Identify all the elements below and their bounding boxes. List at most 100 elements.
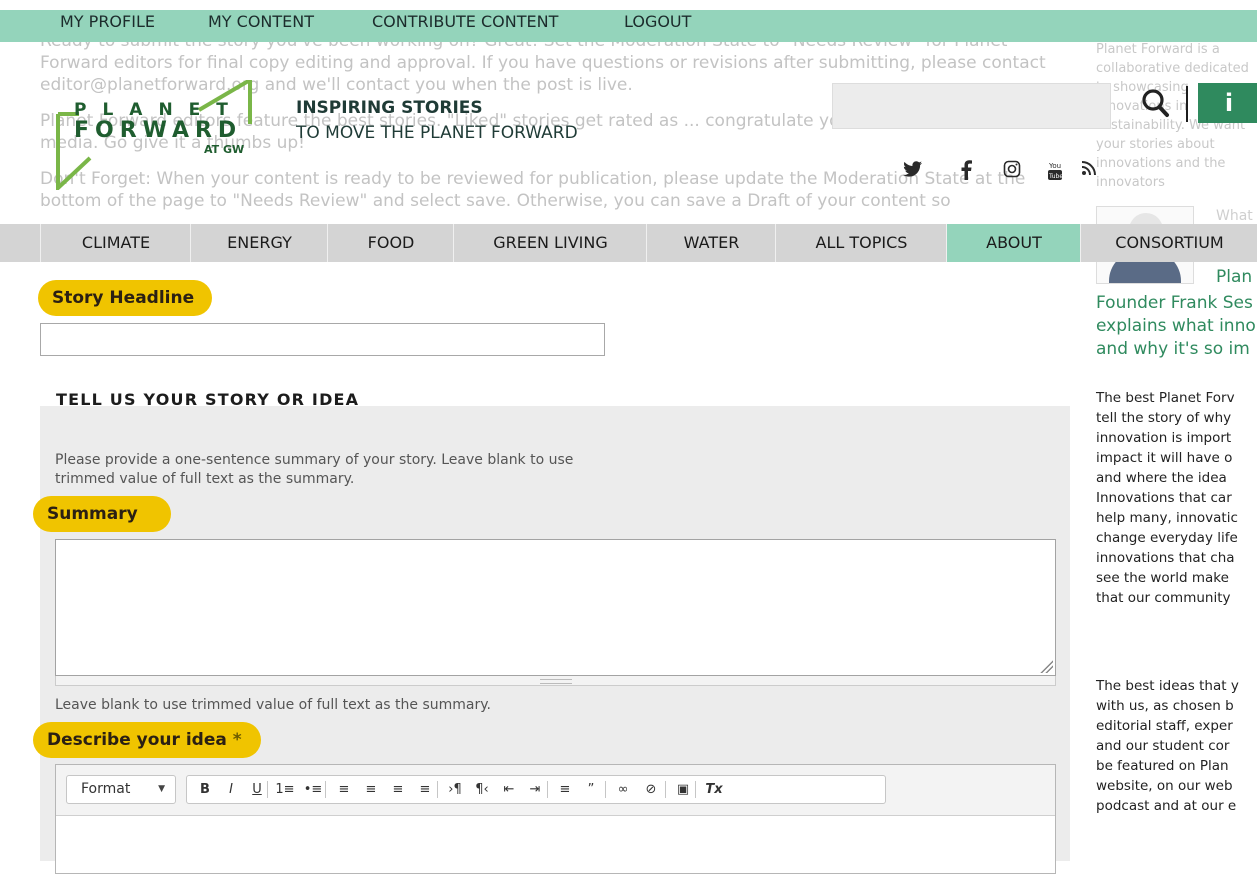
logo-forward-text: FORWARD: [74, 118, 243, 143]
rss-icon[interactable]: [1078, 160, 1100, 182]
sidebar-paragraph: The best ideas that y with us, as chosen…: [1096, 676, 1239, 816]
summary-help-text: Please provide a one-sentence summary of…: [55, 452, 574, 487]
toolbar-separator: [547, 781, 548, 798]
sidebar-line: tell the story of why: [1096, 410, 1232, 426]
nav-water[interactable]: WATER: [646, 224, 776, 262]
search-icon[interactable]: [1140, 88, 1174, 118]
textarea-resize-handle[interactable]: [55, 676, 1056, 686]
describe-idea-label: Describe your idea *: [33, 722, 261, 758]
toolbar-button-group: B I U 1≡ •≡ ≡ ≡ ≡ ≡ ›¶ ¶‹ ⇤ ⇥ ≡” ∞ ⊘ ▣ Tx: [186, 775, 886, 804]
numbered-list-button[interactable]: 1≡: [273, 776, 297, 803]
instagram-icon[interactable]: [1001, 160, 1023, 182]
italic-button[interactable]: I: [219, 776, 243, 803]
chevron-down-icon: ▼: [158, 784, 165, 794]
tagline-line-2: TO MOVE THE PLANET FORWARD: [296, 123, 578, 143]
format-dropdown[interactable]: Format ▼: [66, 775, 176, 804]
video-link-line: explains what inno: [1096, 316, 1256, 336]
video-link-title[interactable]: Plan: [1216, 267, 1252, 287]
sidebar-paragraph: The best Planet Forv tell the story of w…: [1096, 388, 1238, 608]
sidebar-line: with us, as chosen b: [1096, 698, 1234, 714]
summary-textarea[interactable]: [55, 539, 1056, 676]
toolbar-separator: [267, 781, 268, 798]
sidebar-line: The best Planet Forv: [1096, 390, 1235, 406]
sidebar-line: innovations that cha: [1096, 550, 1235, 566]
twitter-icon[interactable]: [902, 160, 924, 182]
user-bar: MY PROFILE MY CONTENT CONTRIBUTE CONTENT…: [0, 10, 1257, 42]
resize-grip[interactable]: [1039, 659, 1053, 673]
link-button[interactable]: ∞: [611, 776, 635, 803]
sidebar-line: innovation is import: [1096, 430, 1232, 446]
sidebar-line: change everyday life: [1096, 530, 1238, 546]
sidebar-line: The best ideas that y: [1096, 678, 1239, 694]
bold-button[interactable]: B: [193, 776, 217, 803]
logout-link[interactable]: LOGOUT: [624, 10, 691, 34]
sidebar-line: Innovations that car: [1096, 490, 1232, 506]
toolbar-separator: [695, 781, 696, 798]
sidebar-line: and where the idea: [1096, 470, 1227, 486]
contribute-content-link[interactable]: CONTRIBUTE CONTENT: [372, 10, 558, 34]
story-headline-input[interactable]: [40, 323, 605, 356]
toolbar-separator: [665, 781, 666, 798]
my-profile-link[interactable]: MY PROFILE: [60, 10, 155, 34]
underline-button[interactable]: U: [245, 776, 269, 803]
sidebar-line: that our community: [1096, 590, 1231, 606]
video-link-description[interactable]: Founder Frank Ses explains what inno and…: [1096, 292, 1256, 361]
remove-format-button[interactable]: Tx: [702, 776, 726, 803]
nav-energy[interactable]: ENERGY: [190, 224, 328, 262]
video-link-line: and why it's so im: [1096, 339, 1250, 359]
align-left-button[interactable]: ≡: [332, 776, 356, 803]
summary-note: Leave blank to use trimmed value of full…: [55, 697, 491, 713]
sidebar-line: be featured on Plan: [1096, 758, 1229, 774]
unlink-button[interactable]: ⊘: [639, 776, 663, 803]
search-input[interactable]: [832, 83, 1111, 129]
summary-label: Summary: [33, 496, 171, 532]
sidebar-line: podcast and at our e: [1096, 798, 1237, 814]
facebook-icon[interactable]: [955, 160, 977, 182]
toolbar-separator: [605, 781, 606, 798]
sidebar-line: editorial staff, exper: [1096, 718, 1233, 734]
rtl-button[interactable]: ¶‹: [470, 776, 494, 803]
info-button[interactable]: i: [1198, 83, 1257, 123]
nav-food[interactable]: FOOD: [327, 224, 454, 262]
nav-consortium[interactable]: CONSORTIUM: [1080, 224, 1257, 262]
horizontal-rule-button[interactable]: ≡: [553, 776, 577, 803]
align-center-button[interactable]: ≡: [359, 776, 383, 803]
required-marker: *: [232, 730, 242, 750]
blockquote-button[interactable]: ”: [579, 776, 603, 803]
nav-green-living[interactable]: GREEN LIVING: [453, 224, 647, 262]
image-button[interactable]: ▣: [671, 776, 695, 803]
ltr-button[interactable]: ›¶: [443, 776, 467, 803]
logo-atgw-text: AT GW: [204, 143, 245, 156]
editor-toolbar: Format ▼ B I U 1≡ •≡ ≡ ≡ ≡ ≡ ›¶ ¶‹ ⇤ ⇥ ≡” ∞ ⊘ ▣ Tx: [56, 765, 1055, 816]
svg-text:Tube: Tube: [1048, 173, 1063, 180]
indent-button[interactable]: ⇥: [523, 776, 547, 803]
header-divider: [1186, 86, 1188, 122]
justify-button[interactable]: ≡: [413, 776, 437, 803]
sidebar-line: impact it will have o: [1096, 450, 1233, 466]
describe-idea-label-text: Describe your idea: [47, 730, 227, 750]
nav-all-topics[interactable]: ALL TOPICS: [775, 224, 947, 262]
logo-planet-text: PLANET: [74, 100, 244, 120]
svg-text:You: You: [1048, 162, 1061, 170]
sidebar-line: see the world make: [1096, 570, 1229, 586]
sidebar-line: website, on our web: [1096, 778, 1233, 794]
sidebar-line: help many, innovatic: [1096, 510, 1238, 526]
nav-about[interactable]: ABOUT: [946, 224, 1081, 262]
story-headline-label: Story Headline *: [38, 280, 212, 344]
outdent-button[interactable]: ⇤: [497, 776, 521, 803]
tagline-line-1: INSPIRING STORIES: [296, 98, 483, 118]
youtube-icon[interactable]: You Tube: [1044, 160, 1066, 182]
story-headline-label-text: Story Headline: [52, 288, 195, 308]
site-logo[interactable]: PLANET FORWARD AT GW: [44, 80, 289, 190]
main-navigation: CLIMATE ENERGY FOOD GREEN LIVING WATER A…: [0, 224, 1257, 262]
video-link-line: Founder Frank Ses: [1096, 293, 1253, 313]
section-title: TELL US YOUR STORY OR IDEA: [56, 390, 360, 409]
nav-climate[interactable]: CLIMATE: [40, 224, 191, 262]
bulleted-list-button[interactable]: •≡: [301, 776, 325, 803]
align-right-button[interactable]: ≡: [386, 776, 410, 803]
format-dropdown-label: Format: [81, 781, 131, 797]
my-content-link[interactable]: MY CONTENT: [208, 10, 314, 34]
sidebar-line: and our student cor: [1096, 738, 1230, 754]
toolbar-separator: [437, 781, 438, 798]
describe-idea-editor[interactable]: Format ▼ B I U 1≡ •≡ ≡ ≡ ≡ ≡ ›¶ ¶‹ ⇤ ⇥ ≡” ∞ ⊘ ▣ Tx: [55, 764, 1056, 874]
